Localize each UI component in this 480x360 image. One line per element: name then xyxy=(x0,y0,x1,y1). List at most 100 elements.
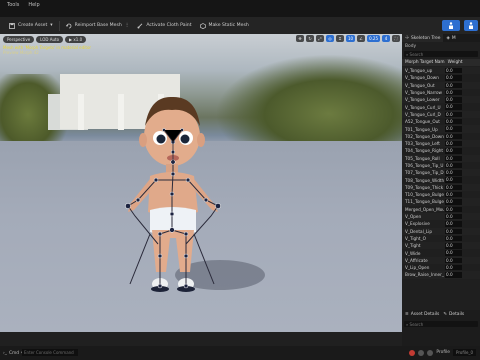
morph-weight-input[interactable]: 0.0 xyxy=(445,148,462,154)
morph-target-row[interactable]: Merged_Open_Mout 0.0 xyxy=(402,206,480,213)
morph-weight-input[interactable]: 0.0 xyxy=(445,221,462,227)
morph-target-row[interactable]: T06_Tongue_Tip_U 0.0 xyxy=(402,162,480,169)
morph-target-row[interactable]: V_Tongue_Curl_U 0.0 xyxy=(402,103,480,110)
morph-target-row[interactable]: V_Tongue_up 0.0 xyxy=(402,67,480,75)
morph-target-row[interactable]: T05_Tongue_Roll 0.0 xyxy=(402,154,480,162)
morph-weight-input[interactable]: 0.0 xyxy=(445,170,462,176)
morph-weight-input[interactable]: 0.0 xyxy=(445,126,462,132)
morph-weight-input[interactable]: 0.0 xyxy=(445,82,462,88)
morph-target-row[interactable]: V_Tight 0.0 xyxy=(402,242,480,250)
morph-target-row[interactable]: V_Tongue_Narrow 0.0 xyxy=(402,89,480,96)
morph-weight-input[interactable]: 0.0 xyxy=(445,257,462,264)
morph-target-row[interactable]: V_Affricate 0.0 xyxy=(402,256,480,265)
morph-weight-input[interactable]: 0.0 xyxy=(445,104,462,110)
camera-speed-value[interactable]: 4 xyxy=(382,35,390,42)
stop-icon[interactable] xyxy=(427,349,434,356)
morph-weight-input[interactable]: 0.0 xyxy=(445,184,462,191)
morph-target-row[interactable]: V_Lip_Open 0.0 xyxy=(402,264,480,271)
viewport[interactable]: Perspective LOD Auto ▶ x1.0 ✥ ↻ ⤢ ◎ ⌗ 10… xyxy=(0,34,402,332)
morph-target-row[interactable]: V_Tongue_Down 0.0 xyxy=(402,74,480,81)
morph-weight-input[interactable]: 0.0 xyxy=(445,68,462,74)
morph-weight-input[interactable]: 0.0 xyxy=(445,228,462,234)
morph-target-row[interactable]: V_Tongue_Out 0.0 xyxy=(402,81,480,89)
morph-target-row[interactable]: T01_Tongue_Up 0.0 xyxy=(402,125,480,133)
morph-target-row[interactable]: T07_Tongue_Tip_D 0.0 xyxy=(402,169,480,177)
morph-weight-input[interactable]: 0.0 xyxy=(445,250,462,256)
tab-asset-details[interactable]: ≡ Asset Details xyxy=(405,312,439,317)
morph-target-row[interactable]: A52_Tongue_Out 0.0 xyxy=(402,118,480,125)
world-icon[interactable]: ◎ xyxy=(326,35,334,42)
morph-weight-input[interactable]: 0.0 xyxy=(445,235,462,242)
details-icon: ≡ xyxy=(405,311,409,317)
morph-weight-input[interactable]: 0.0 xyxy=(445,199,462,205)
scale-icon[interactable]: ⤢ xyxy=(316,35,324,42)
morph-target-row[interactable]: V_Wide 0.0 xyxy=(402,249,480,256)
scale-snap-value[interactable]: 0.25 xyxy=(367,35,380,42)
profile-select[interactable]: Profile_0 xyxy=(453,349,476,356)
morph-target-row[interactable]: Brow_Raise_Inner_L 0.0 xyxy=(402,271,480,279)
morph-target-row[interactable]: V_Tight_O 0.0 xyxy=(402,235,480,242)
morph-target-name: V_Tight xyxy=(405,243,421,249)
morph-target-row[interactable]: V_Open 0.0 xyxy=(402,212,480,221)
mesh-mode-button[interactable] xyxy=(464,20,478,31)
speed-button[interactable]: ▶ x1.0 xyxy=(65,35,87,43)
column-morph-target-name[interactable]: Morph Target Nam xyxy=(402,60,445,65)
morph-weight-input[interactable]: 0.0 xyxy=(445,272,462,278)
reimport-base-mesh-button[interactable]: Reimport Base Mesh ⋮ xyxy=(62,20,134,31)
morph-target-row[interactable]: V_Tongue_Lower 0.0 xyxy=(402,96,480,104)
maximize-icon[interactable]: ⛶ xyxy=(392,35,400,42)
rotate-icon[interactable]: ↻ xyxy=(306,35,314,42)
column-weight[interactable]: Weight xyxy=(445,60,463,65)
cmd-dropdown[interactable]: ›_ Cmd ▾ xyxy=(0,351,23,356)
morph-target-row[interactable]: T04_Tongue_Right 0.0 xyxy=(402,147,480,154)
morph-weight-input[interactable]: 0.0 xyxy=(445,75,462,81)
speed-label: x1.0 xyxy=(73,36,83,42)
tab-morph[interactable]: ◈ M xyxy=(443,34,458,42)
morph-target-row[interactable]: V_Tongue_Curl_D 0.0 xyxy=(402,110,480,119)
morph-weight-input[interactable]: 0.0 xyxy=(445,140,462,147)
morph-weight-input[interactable]: 0.0 xyxy=(445,192,462,198)
morph-weight-input[interactable]: 0.0 xyxy=(445,97,462,103)
morph-weight-input[interactable]: 0.0 xyxy=(445,133,462,140)
morph-target-row[interactable]: T03_Tongue_Left 0.0 xyxy=(402,139,480,148)
skeleton-mode-button[interactable] xyxy=(442,20,460,31)
tab-details[interactable]: ✎ Details xyxy=(443,312,464,317)
more-options-icon[interactable]: ⋮ xyxy=(125,23,130,28)
pause-icon[interactable] xyxy=(418,349,425,356)
morph-weight-input[interactable]: 0.0 xyxy=(445,162,462,169)
morph-search-input[interactable]: ⌕ Search xyxy=(404,51,478,57)
morph-weight-input[interactable]: 0.0 xyxy=(445,89,462,96)
morph-weight-input[interactable]: 0.0 xyxy=(445,111,462,118)
tab-skeleton-tree[interactable]: ☩ Skeleton Tree xyxy=(402,34,444,42)
character-preview[interactable] xyxy=(0,34,402,332)
morph-weight-input[interactable]: 0.0 xyxy=(445,155,462,161)
grid-snap-value[interactable]: 10 xyxy=(346,35,356,42)
morph-weight-input[interactable]: 0.0 xyxy=(445,206,462,213)
morph-weight-input[interactable]: 0.0 xyxy=(445,177,462,183)
morph-weight-input[interactable]: 0.0 xyxy=(445,119,462,125)
morph-target-row[interactable]: T08_Tongue_Width 0.0 xyxy=(402,176,480,183)
morph-target-row[interactable]: V_Dental_Lip 0.0 xyxy=(402,227,480,235)
details-search-input[interactable]: ⌕ Search xyxy=(404,321,478,327)
activate-cloth-paint-button[interactable]: Activate Cloth Paint xyxy=(133,20,195,31)
transform-icon[interactable]: ✥ xyxy=(296,35,304,42)
morph-weight-input[interactable]: 0.0 xyxy=(445,243,462,249)
menu-tools[interactable]: Tools xyxy=(7,2,19,8)
lod-button[interactable]: LOD Auto xyxy=(36,35,64,43)
morph-weight-input[interactable]: 0.0 xyxy=(445,213,462,220)
snap-icon[interactable]: ⌗ xyxy=(336,35,344,42)
morph-target-row[interactable]: T11_Tongue_Bulge 0.0 xyxy=(402,198,480,206)
create-asset-button[interactable]: Create Asset ▾ xyxy=(5,20,57,31)
morph-target-row[interactable]: T02_Tongue_Down 0.0 xyxy=(402,133,480,140)
morph-target-row[interactable]: T09_Tongue_Thick 0.0 xyxy=(402,183,480,192)
angle-snap-icon[interactable]: ∠ xyxy=(357,35,366,42)
perspective-button[interactable]: Perspective xyxy=(3,35,35,43)
make-static-mesh-button[interactable]: Make Static Mesh xyxy=(196,20,253,31)
record-icon[interactable] xyxy=(409,349,416,356)
viewport-timeline[interactable] xyxy=(0,332,402,346)
morph-target-row[interactable]: T10_Tongue_Bulge 0.0 xyxy=(402,191,480,198)
morph-target-row[interactable]: V_Explosive 0.0 xyxy=(402,220,480,227)
console-command-input[interactable]: Enter Console Command xyxy=(22,349,78,356)
morph-weight-input[interactable]: 0.0 xyxy=(445,265,462,271)
menu-help[interactable]: Help xyxy=(28,2,39,8)
